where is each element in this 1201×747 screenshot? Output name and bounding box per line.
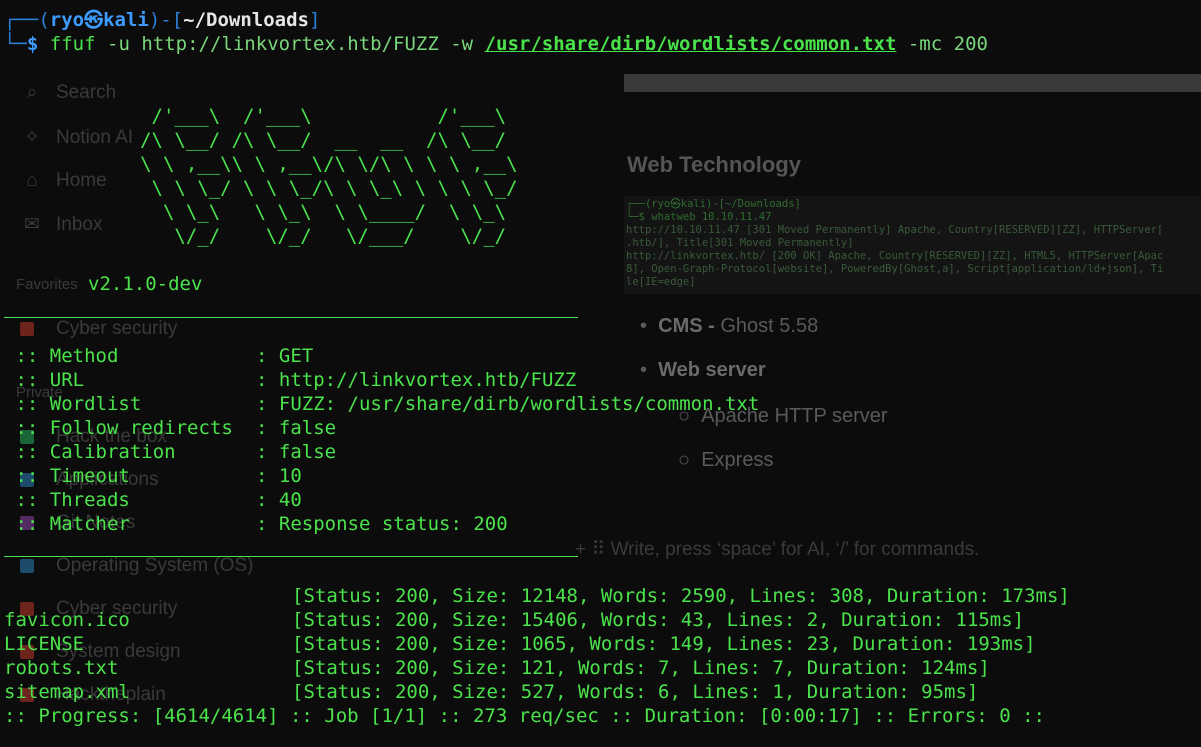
config-key: :: Wordlist [4, 393, 245, 415]
result-name: LICENSE [4, 633, 85, 655]
config-value: : 40 [256, 489, 302, 511]
ffuf-ascii-banner: /'___\ /'___\ /'___\ /\ \__/ /\ \__/ __ … [60, 104, 518, 248]
banner-line: \ \_\ \ \_\ \ \____/ \ \_\ [60, 201, 507, 223]
divider [4, 317, 578, 318]
config-key: :: Method [4, 345, 245, 367]
result-row: robots.txt [Status: 200, Size: 121, Words… [4, 656, 990, 680]
config-row: :: Follow redirects : false [4, 416, 336, 440]
config-row: :: Threads : 40 [4, 488, 302, 512]
prompt-dollar: $ [26, 33, 39, 55]
command-url: http://linkvortex.htb/FUZZ [141, 33, 439, 55]
config-row: :: Calibration : false [4, 440, 336, 464]
config-key: :: Timeout [4, 465, 245, 487]
banner-line: \/_/ \/_/ \/___/ \/_/ [60, 225, 507, 247]
config-value: : false [256, 441, 337, 463]
prompt-bracket: ┌──( [4, 9, 50, 31]
command-flag: -u [107, 33, 130, 55]
prompt-bracket: )-[ [148, 9, 184, 31]
divider [4, 556, 578, 557]
command-line[interactable]: └─$ ffuf -u http://linkvortex.htb/FUZZ -… [4, 32, 988, 56]
banner-line: \ \ ,__\\ \ ,__\/\ \/\ \ \ \ ,__\ [60, 153, 518, 175]
prompt-bracket: ] [309, 9, 321, 31]
result-row: sitemap.xml [Status: 200, Size: 527, Word… [4, 680, 978, 704]
result-status: [Status: 200, Size: 527, Words: 6, Lines… [292, 681, 979, 703]
result-name: sitemap.xml [4, 681, 130, 703]
prompt-user-host: ryo㉿kali [49, 9, 149, 31]
config-key: :: Threads [4, 489, 245, 511]
config-value: : GET [256, 345, 314, 367]
config-row: :: Method : GET [4, 344, 313, 368]
config-row: :: Wordlist : FUZZ: /usr/share/dirb/word… [4, 392, 759, 416]
result-name: robots.txt [4, 657, 119, 679]
progress-line: :: Progress: [4614/4614] :: Job [1/1] ::… [4, 705, 1045, 727]
result-status: [Status: 200, Size: 1065, Words: 149, Li… [292, 633, 1036, 655]
config-value: : false [256, 417, 337, 439]
command-wordlist: /usr/share/dirb/wordlists/common.txt [484, 33, 897, 55]
config-row: :: Timeout : 10 [4, 464, 302, 488]
prompt-path: ~/Downloads [183, 9, 310, 31]
command-binary: ffuf [49, 33, 96, 55]
config-key: :: Follow redirects [4, 417, 245, 439]
command-flag: -mc [907, 33, 943, 55]
prompt-line: ┌──(ryo㉿kali)-[~/Downloads] [4, 8, 320, 32]
result-row: favicon.ico [Status: 200, Size: 15406, Wo… [4, 608, 1024, 632]
terminal-window[interactable]: ┌──(ryo㉿kali)-[~/Downloads] └─$ ffuf -u … [0, 0, 1201, 747]
config-key: :: URL [4, 369, 245, 391]
config-key: :: Matcher [4, 513, 245, 535]
config-value: : http://linkvortex.htb/FUZZ [256, 369, 577, 391]
command-value: 200 [953, 33, 988, 55]
config-key: :: Calibration [4, 441, 245, 463]
result-status: [Status: 200, Size: 15406, Words: 43, Li… [292, 609, 1025, 631]
command-flag: -w [450, 33, 474, 55]
config-row: :: URL : http://linkvortex.htb/FUZZ [4, 368, 576, 392]
banner-line: /'___\ /'___\ /'___\ [60, 105, 507, 127]
ffuf-version: v2.1.0-dev [88, 273, 203, 295]
result-row: LICENSE [Status: 200, Size: 1065, Words: … [4, 632, 1036, 656]
result-name: favicon.ico [4, 609, 130, 631]
result-row: [Status: 200, Size: 12148, Words: 2590, … [4, 584, 1070, 608]
prompt-corner: └─ [4, 33, 27, 55]
banner-line: /\ \__/ /\ \__/ __ __ /\ \__/ [60, 129, 507, 151]
config-value: : Response status: 200 [256, 513, 508, 535]
config-value: : FUZZ: /usr/share/dirb/wordlists/common… [256, 393, 760, 415]
config-row: :: Matcher : Response status: 200 [4, 512, 508, 536]
config-value: : 10 [256, 465, 302, 487]
banner-line: \ \ \_/ \ \ \_/\ \ \_\ \ \ \ \_/ [60, 177, 518, 199]
result-status: [Status: 200, Size: 121, Words: 7, Lines… [292, 657, 990, 679]
result-status: [Status: 200, Size: 12148, Words: 2590, … [292, 585, 1070, 607]
